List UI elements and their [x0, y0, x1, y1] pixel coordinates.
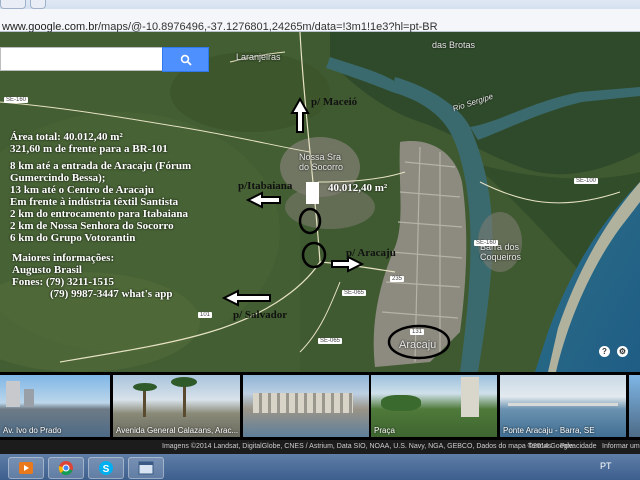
place-label: das Brotas	[432, 40, 476, 50]
road-tag: 101	[198, 312, 213, 318]
road-tag: SE-160	[4, 97, 29, 103]
window-button[interactable]	[128, 457, 164, 479]
distance-line: 2 km do entrocamento para Itabaiana	[10, 208, 188, 220]
new-tab-button[interactable]	[30, 0, 46, 9]
address-bar[interactable]: www.google.com.br/maps/@-10.8976496,-37.…	[0, 9, 640, 33]
photo-thumbnail[interactable]	[629, 375, 640, 437]
phone-line: Fones: (79) 3211-1515	[12, 276, 115, 288]
direction-label-salvador: p/ Salvador	[233, 309, 288, 321]
distance-line: 2 km de Nossa Senhora do Socorro	[10, 220, 174, 232]
photo-thumbnail[interactable]: Ponte Aracaju - Barra, SE	[500, 375, 626, 437]
photo-thumbnail[interactable]: Av. Ivo do Prado	[0, 375, 110, 437]
direction-label-maceio: p/ Maceió	[311, 96, 358, 108]
road-tag: 235	[390, 276, 405, 282]
property-area-label: 40.012,40 m²	[328, 182, 388, 194]
distance-line: Em frente à indústria têxtil Santista	[10, 196, 179, 208]
language-indicator[interactable]: PT	[600, 461, 612, 471]
report-link[interactable]: Informar um	[602, 443, 640, 450]
distance-line: 8 km até a entrada de Aracaju (Fórum	[10, 160, 192, 172]
direction-label-aracaju: p/ Aracaju	[346, 247, 396, 259]
help-icon[interactable]: ?	[599, 346, 610, 357]
photo-caption: Avenida General Calazans, Arac...	[116, 426, 239, 435]
photo-caption: Av. Ivo do Prado	[3, 426, 62, 435]
distance-line: 13 km até o Centro de Aracaju	[10, 184, 154, 196]
place-label: Laranjeiras	[236, 52, 281, 62]
taskbar: S PT	[0, 454, 640, 480]
photo-thumbnail[interactable]: Avenida General Calazans, Arac...	[113, 375, 240, 437]
road-tag: 131	[410, 329, 425, 335]
terms-link[interactable]: Termos	[528, 443, 551, 450]
privacy-link[interactable]: Privacidade	[560, 443, 597, 450]
gear-icon[interactable]: ⚙	[617, 346, 628, 357]
svg-text:S: S	[103, 464, 110, 475]
skype-icon: S	[99, 461, 113, 475]
imagery-attribution: Imagens ©2014 Landsat, DigitalGlobe, CNE…	[162, 443, 573, 450]
distance-line: Gumercindo Bessa);	[10, 172, 106, 184]
search-icon	[180, 54, 192, 66]
browser-tab[interactable]	[0, 0, 26, 9]
attribution-bar: Imagens ©2014 Landsat, DigitalGlobe, CNE…	[0, 440, 640, 454]
road-tag: SE-160	[474, 240, 499, 246]
phone-line: (79) 9987-3447 what's app	[50, 288, 173, 300]
photo-thumbnail[interactable]: Praça	[371, 375, 497, 437]
road-tag: SE-100	[574, 178, 599, 184]
city-label: Aracaju	[399, 339, 437, 351]
search-input[interactable]	[0, 47, 164, 71]
property-marker	[306, 182, 319, 204]
photo-strip: Av. Ivo do Prado Avenida General Calazan…	[0, 372, 640, 440]
photo-thumbnail[interactable]	[243, 375, 369, 437]
skype-button[interactable]: S	[88, 457, 124, 479]
road-tag: SE-065	[318, 338, 343, 344]
chrome-icon	[58, 461, 73, 476]
info-title: Maiores informações:	[12, 252, 115, 264]
photo-caption: Praça	[374, 426, 395, 435]
area-total-text: Área total: 40.012,40 m²	[10, 131, 123, 143]
tab-strip	[0, 0, 640, 9]
place-label: Coqueiros	[480, 252, 522, 262]
chrome-button[interactable]	[48, 457, 84, 479]
search-button[interactable]	[162, 47, 209, 72]
contact-name: Augusto Brasil	[12, 264, 82, 276]
place-label: Nossa Sra	[299, 152, 342, 162]
road-tag: SE-065	[342, 290, 367, 296]
distance-line: 6 km do Grupo Votorantin	[10, 232, 136, 244]
frontage-text: 321,60 m de frente para a BR-101	[10, 143, 168, 155]
place-label: do Socorro	[299, 162, 344, 172]
media-player-button[interactable]	[8, 457, 44, 479]
direction-label-itabaiana: p/Itabaiana	[238, 180, 293, 192]
photo-caption: Ponte Aracaju - Barra, SE	[503, 426, 595, 435]
media-player-icon	[19, 462, 33, 474]
window-icon	[138, 461, 154, 475]
